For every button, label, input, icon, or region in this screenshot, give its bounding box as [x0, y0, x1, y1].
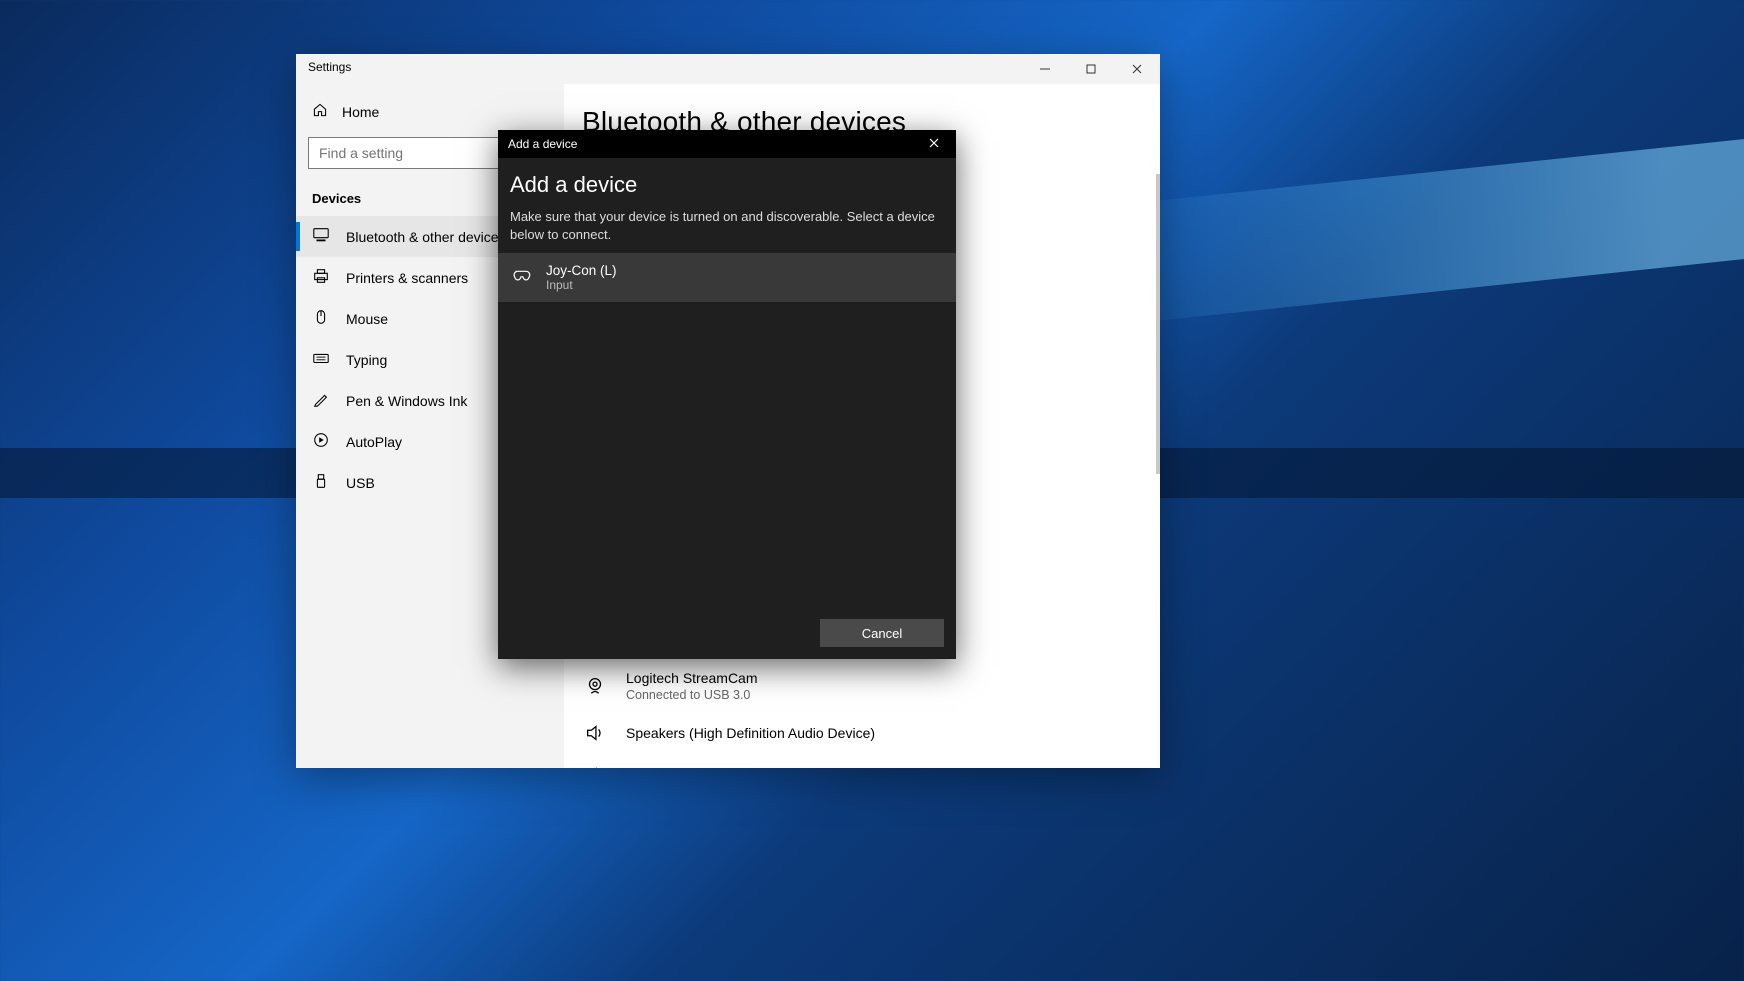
speaker-icon	[582, 722, 608, 744]
device-name: Logitech StreamCam	[626, 670, 758, 686]
dialog-titlebar-label: Add a device	[508, 137, 577, 151]
usb-icon	[312, 472, 330, 493]
bluetooth-devices-icon	[312, 226, 330, 247]
discoverable-device-type: Input	[546, 278, 617, 292]
sidebar-item-label: USB	[346, 475, 375, 491]
window-titlebar: Settings	[296, 54, 1160, 84]
sidebar-home-label: Home	[342, 104, 379, 120]
device-name: Speakers (High Definition Audio Device)	[626, 725, 875, 741]
maximize-button[interactable]	[1068, 54, 1114, 84]
minimize-button[interactable]	[1022, 54, 1068, 84]
home-icon	[312, 102, 328, 121]
sidebar-item-label: Bluetooth & other devices	[346, 229, 506, 245]
speaker-icon	[582, 764, 608, 768]
cancel-button[interactable]: Cancel	[820, 619, 944, 647]
sidebar-item-label: Pen & Windows Ink	[346, 393, 467, 409]
add-device-dialog: Add a device Add a device Make sure that…	[498, 130, 956, 659]
sidebar-home[interactable]: Home	[296, 92, 564, 131]
printer-icon	[312, 267, 330, 288]
device-row[interactable]: Speakers (High Definition Audio Device)	[582, 712, 1142, 754]
window-title: Settings	[296, 54, 363, 84]
close-button[interactable]	[1114, 54, 1160, 84]
wallpaper-glow	[1100, 133, 1744, 327]
device-status: Connected to USB 3.0	[626, 688, 758, 702]
sidebar-item-label: Typing	[346, 352, 387, 368]
mouse-icon	[312, 308, 330, 329]
webcam-icon	[582, 675, 608, 697]
discoverable-device[interactable]: Joy-Con (L) Input	[498, 253, 956, 302]
dialog-hint: Make sure that your device is turned on …	[510, 208, 944, 243]
sidebar-item-label: AutoPlay	[346, 434, 402, 450]
sidebar-item-label: Mouse	[346, 311, 388, 327]
device-name: Speakers (THX Spatial Audio)	[626, 767, 812, 768]
discoverable-device-name: Joy-Con (L)	[546, 263, 617, 278]
dialog-close-button[interactable]	[922, 137, 946, 151]
autoplay-icon	[312, 431, 330, 452]
scrollbar[interactable]	[1156, 174, 1160, 474]
sidebar-item-label: Printers & scanners	[346, 270, 468, 286]
gamepad-icon	[510, 264, 532, 291]
pen-icon	[312, 390, 330, 411]
device-row[interactable]: Speakers (THX Spatial Audio)	[582, 754, 1142, 768]
dialog-titlebar: Add a device	[498, 130, 956, 158]
device-row[interactable]: Logitech StreamCam Connected to USB 3.0	[582, 660, 1142, 712]
keyboard-icon	[312, 349, 330, 370]
dialog-heading: Add a device	[510, 172, 944, 198]
